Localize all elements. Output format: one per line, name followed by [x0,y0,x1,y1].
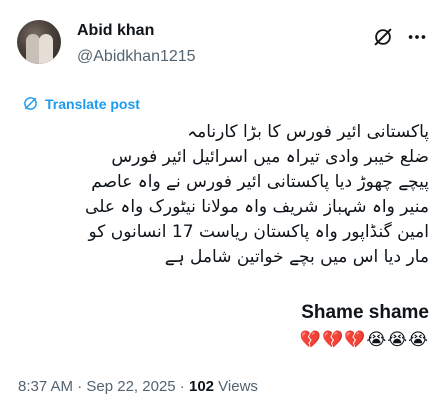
translate-label: Translate post [45,95,140,112]
more-icon[interactable] [406,26,428,48]
views-label: Views [214,378,258,395]
timestamp-date[interactable]: Sep 22, 2025 [86,378,175,395]
tweet-line: پیچے چھوڑ دیا پاکستانی ائیر فورس نے واہ … [91,172,429,192]
author-name[interactable]: Abid khan [77,22,154,40]
tweet-line: مار دیا اس میں بچے خواتین شامل ہے [164,247,429,267]
tweet-line: پاکستانی ائیر فورس کا بڑا کارنامہ [187,122,429,142]
grok-icon[interactable] [372,26,394,48]
tweet-meta: 8:37 AM · Sep 22, 2025 · 102 Views [18,378,258,395]
meta-separator: · [73,378,87,395]
emoji-row: 💔💔💔😭😭😭 [299,330,429,349]
views-count: 102 [188,378,215,395]
tweet-line: امین گنڈاپور واہ پاکستان ریاست 17 انسانو… [88,222,429,242]
translate-icon [24,97,37,110]
avatar[interactable] [17,20,61,64]
tweet-text: پاکستانی ائیر فورس کا بڑا کارنامہ ضلع خی… [9,120,429,270]
tweet-line: ضلع خیبر وادی تیراہ میں اسرائیل ائیر فور… [111,147,429,167]
timestamp-time[interactable]: 8:37 AM [18,378,73,395]
translate-post-button[interactable]: Translate post [22,95,140,112]
tweet-line: منیر واہ شہباز شریف واہ مولانا نیٹورک وا… [85,197,429,217]
author-handle[interactable]: @Abidkhan1215 [77,48,196,66]
shame-text: Shame shame [301,302,429,323]
meta-separator: · [175,378,189,395]
